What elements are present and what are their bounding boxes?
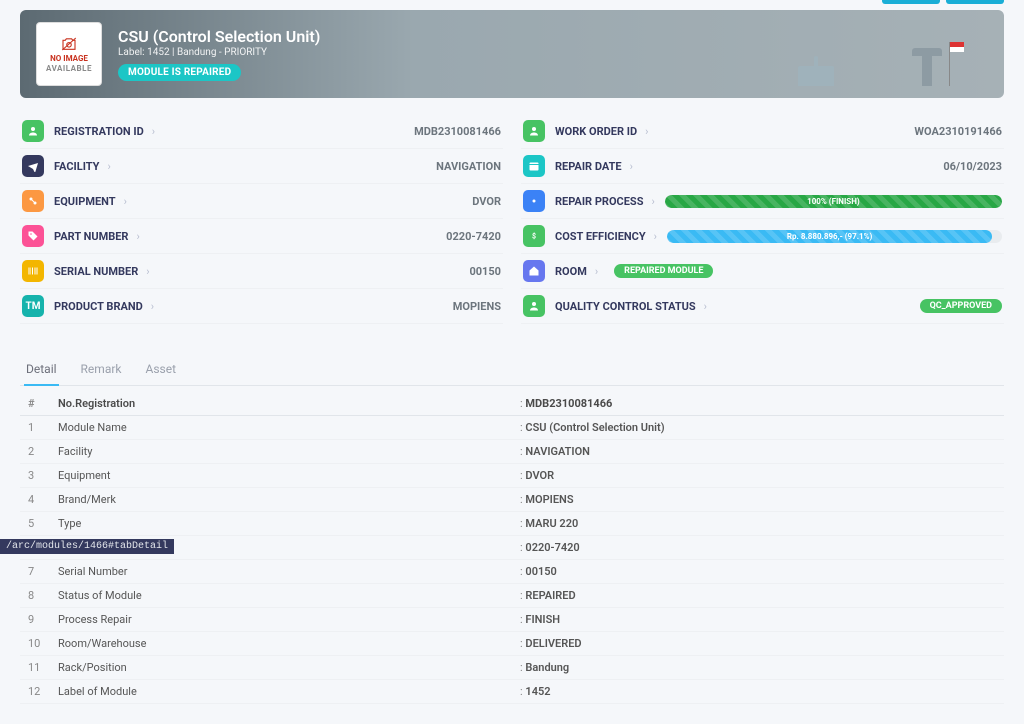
info-row[interactable]: ROOM › REPAIRED MODULE xyxy=(521,254,1004,289)
info-row[interactable]: WORK ORDER ID › WOA2310191466 xyxy=(521,114,1004,149)
info-left-column: REGISTRATION ID › MDB2310081466 FACILITY › NA… xyxy=(20,114,503,324)
info-label: FACILITY xyxy=(54,160,99,173)
info-value: MDB2310081466 xyxy=(414,125,501,138)
info-label: WORK ORDER ID xyxy=(555,125,637,138)
info-value: 0220-7420 xyxy=(446,230,501,243)
info-row[interactable]: PART NUMBER › 0220-7420 xyxy=(20,219,503,254)
col-index: # xyxy=(20,392,50,416)
info-label: COST EFFICIENCY xyxy=(555,230,646,243)
table-row: 2FacilityNAVIGATION xyxy=(20,440,1004,464)
status-bar-url: /arc/modules/1466#tabDetail xyxy=(0,539,174,554)
table-row: 9Process RepairFINISH xyxy=(20,608,1004,632)
info-row[interactable]: REGISTRATION ID › MDB2310081466 xyxy=(20,114,503,149)
info-value: DVOR xyxy=(472,195,501,208)
camera-off-icon xyxy=(56,35,82,53)
col-key: No.Registration xyxy=(50,392,512,416)
page-subtitle: Label: 1452 | Bandung - PRIORITY xyxy=(118,47,320,58)
tag-icon xyxy=(22,225,44,247)
user-icon xyxy=(523,295,545,317)
table-row: 8Status of ModuleREPAIRED xyxy=(20,584,1004,608)
progress-bar: 100% (FINISH) xyxy=(665,195,1002,208)
page-title: CSU (Control Selection Unit) xyxy=(118,27,320,46)
chevron-right-icon: › xyxy=(645,125,648,138)
info-value: WOA2310191466 xyxy=(914,125,1002,138)
dollar-icon: $ xyxy=(523,225,545,247)
info-row[interactable]: SERIAL NUMBER › 00150 xyxy=(20,254,503,289)
info-label: QUALITY CONTROL STATUS xyxy=(555,300,696,313)
info-row[interactable]: TM PRODUCT BRAND › MOPIENS xyxy=(20,289,503,324)
page-header: NO IMAGE AVAILABLE CSU (Control Selectio… xyxy=(20,10,1004,98)
info-label: REGISTRATION ID xyxy=(54,125,144,138)
chevron-right-icon: › xyxy=(152,125,155,138)
info-right-column: WORK ORDER ID › WOA2310191466 REPAIR DATE › 0… xyxy=(521,114,1004,324)
chevron-right-icon: › xyxy=(651,195,654,208)
home-icon xyxy=(523,260,545,282)
tabs: Detail Remark Asset xyxy=(20,354,1004,386)
info-row[interactable]: REPAIR DATE › 06/10/2023 xyxy=(521,149,1004,184)
info-value: NAVIGATION xyxy=(436,160,501,173)
tab-asset[interactable]: Asset xyxy=(144,354,179,385)
chevron-right-icon: › xyxy=(146,265,149,278)
table-row: 7Serial Number00150 xyxy=(20,560,1004,584)
table-row: 1Module NameCSU (Control Selection Unit) xyxy=(20,416,1004,440)
info-row[interactable]: QUALITY CONTROL STATUS › QC_APPROVED xyxy=(521,289,1004,324)
table-row: 5TypeMARU 220 xyxy=(20,512,1004,536)
user-icon xyxy=(523,120,545,142)
link-icon xyxy=(22,190,44,212)
no-image-placeholder: NO IMAGE AVAILABLE xyxy=(36,22,102,86)
info-label: REPAIR DATE xyxy=(555,160,622,173)
chevron-right-icon: › xyxy=(630,160,633,173)
svg-text:$: $ xyxy=(532,233,536,241)
chevron-right-icon: › xyxy=(704,300,707,313)
barcode-icon xyxy=(22,260,44,282)
chevron-right-icon: › xyxy=(595,265,598,278)
table-row: 4Brand/MerkMOPIENS xyxy=(20,488,1004,512)
tm-icon: TM xyxy=(22,295,44,317)
info-label: PART NUMBER xyxy=(54,230,128,243)
chevron-right-icon: › xyxy=(654,230,657,243)
info-value: 06/10/2023 xyxy=(943,160,1002,173)
info-value: 00150 xyxy=(469,265,501,278)
chevron-right-icon: › xyxy=(107,160,110,173)
table-row: 10Room/WarehouseDELIVERED xyxy=(20,632,1004,656)
info-row[interactable]: FACILITY › NAVIGATION xyxy=(20,149,503,184)
chevron-right-icon: › xyxy=(124,195,127,208)
tab-remark[interactable]: Remark xyxy=(79,354,124,385)
status-pill: REPAIRED MODULE xyxy=(614,264,713,278)
user-icon xyxy=(22,120,44,142)
gear-icon xyxy=(523,190,545,212)
tab-detail[interactable]: Detail xyxy=(24,354,59,386)
chevron-right-icon: › xyxy=(151,300,154,313)
info-label: REPAIR PROCESS xyxy=(555,195,643,208)
status-pill: QC_APPROVED xyxy=(920,299,1002,313)
info-label: PRODUCT BRAND xyxy=(54,300,143,313)
calendar-icon xyxy=(523,155,545,177)
table-row: 12Label of Module1452 xyxy=(20,680,1004,704)
status-badge: MODULE IS REPAIRED xyxy=(118,64,241,81)
table-row: 11Rack/PositionBandung xyxy=(20,656,1004,680)
chevron-right-icon: › xyxy=(136,230,139,243)
table-row: 3EquipmentDVOR xyxy=(20,464,1004,488)
info-value: MOPIENS xyxy=(453,300,501,313)
col-value: MDB2310081466 xyxy=(512,392,1004,416)
info-label: EQUIPMENT xyxy=(54,195,116,208)
info-row[interactable]: REPAIR PROCESS › 100% (FINISH) xyxy=(521,184,1004,219)
info-row[interactable]: EQUIPMENT › DVOR xyxy=(20,184,503,219)
info-row[interactable]: $ COST EFFICIENCY › Rp. 8.880.896,- (97.1%) xyxy=(521,219,1004,254)
plane-icon xyxy=(22,155,44,177)
progress-bar: Rp. 8.880.896,- (97.1%) xyxy=(667,230,1002,243)
info-label: ROOM xyxy=(555,265,587,278)
info-label: SERIAL NUMBER xyxy=(54,265,138,278)
